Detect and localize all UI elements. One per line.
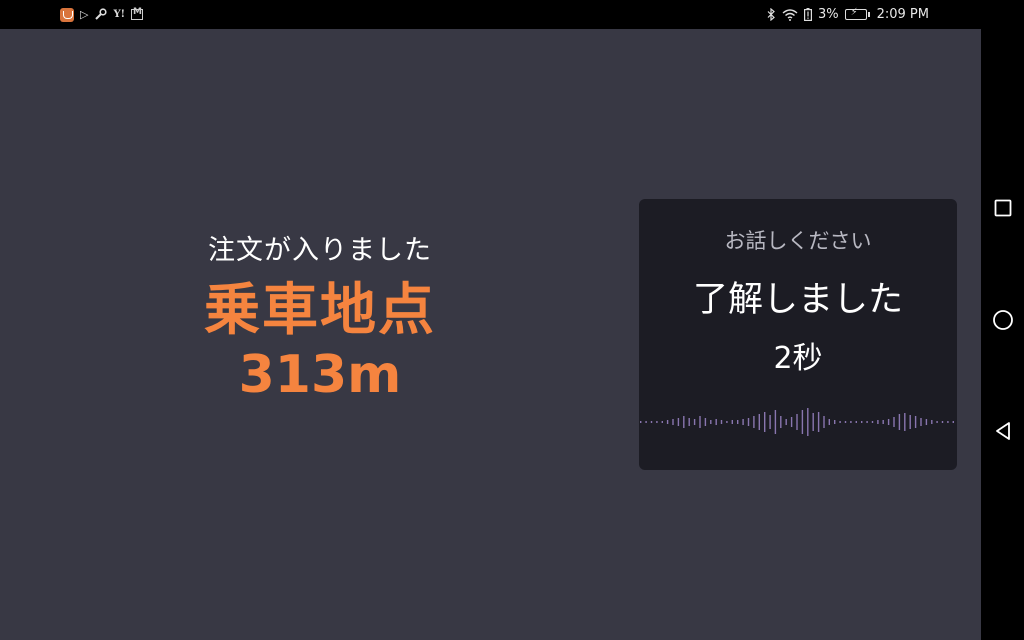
waveform-bar xyxy=(871,421,874,423)
play-store-icon: ▷ xyxy=(80,8,89,21)
waveform-bar xyxy=(640,421,642,423)
waveform-bar xyxy=(747,418,750,426)
back-triangle-icon xyxy=(995,422,1010,440)
waveform-bar xyxy=(661,421,663,423)
waveform-bar xyxy=(887,419,890,425)
square-icon xyxy=(994,199,1011,217)
waveform-bar xyxy=(764,412,766,432)
waveform-bar xyxy=(677,418,680,426)
voice-countdown: 2秒 xyxy=(773,341,823,376)
voice-response: 了解しました xyxy=(692,280,903,320)
waveform-bar xyxy=(758,414,760,430)
waveform-bar xyxy=(952,421,954,423)
navigation-bar xyxy=(981,0,1024,640)
waveform-bar xyxy=(893,417,895,427)
circle-icon xyxy=(992,310,1013,330)
waveform-bar xyxy=(693,419,696,425)
waveform-bar xyxy=(936,421,938,423)
waveform-bar xyxy=(834,420,836,424)
waveform-bar xyxy=(769,415,771,429)
gmail-icon xyxy=(131,7,143,20)
waveform-bar xyxy=(785,419,787,425)
order-message: 注文が入りました xyxy=(208,235,432,266)
waveform-bar xyxy=(855,421,857,423)
waveform-bar xyxy=(742,419,744,425)
waveform-bar xyxy=(807,408,809,436)
waveform-bar xyxy=(844,421,847,423)
waveform-bar xyxy=(672,419,674,425)
app-notification-icon xyxy=(60,7,74,22)
waveform-bar xyxy=(909,415,911,429)
waveform-bar xyxy=(699,416,701,428)
waveform-bar xyxy=(656,421,658,423)
voice-waveform xyxy=(640,408,954,436)
waveform-bar xyxy=(850,421,852,423)
waveform-bar xyxy=(925,419,928,425)
waveform-bar xyxy=(726,421,728,423)
waveform-bar xyxy=(731,420,733,424)
waveform-bar xyxy=(882,420,884,424)
waveform-bar xyxy=(866,421,868,423)
waveform-bar xyxy=(715,419,717,425)
battery-percent: 3% xyxy=(817,7,839,22)
waveform-bar xyxy=(683,416,685,428)
waveform-bar xyxy=(753,416,755,428)
status-bar: ▷ Y! 3% ⚡ 2:09 PM xyxy=(0,0,981,29)
waveform-bar xyxy=(861,421,863,423)
waveform-bar xyxy=(828,419,830,425)
status-left-icons: ▷ Y! xyxy=(60,7,143,23)
waveform-bar xyxy=(710,420,712,424)
wifi-icon xyxy=(782,7,798,23)
waveform-bar xyxy=(645,421,647,423)
home-button[interactable] xyxy=(981,298,1024,342)
waveform-bar xyxy=(877,420,879,424)
waveform-bar xyxy=(817,412,820,432)
yahoo-icon: Y! xyxy=(113,9,125,20)
waveform-bar xyxy=(914,416,917,428)
status-right-icons: 3% ⚡ 2:09 PM xyxy=(767,7,929,23)
waveform-bar xyxy=(790,417,793,427)
back-button[interactable] xyxy=(981,409,1024,453)
waveform-bar xyxy=(920,418,922,426)
battery-alert-icon xyxy=(803,7,812,23)
voice-prompt: お話しください xyxy=(724,229,872,253)
status-time: 2:09 PM xyxy=(876,7,929,22)
waveform-bar xyxy=(801,410,804,434)
pickup-distance: 313m xyxy=(238,345,402,405)
recents-button[interactable] xyxy=(981,186,1024,230)
waveform-bar xyxy=(904,413,906,431)
waveform-bar xyxy=(704,418,707,426)
waveform-bar xyxy=(823,416,825,428)
waveform-bar xyxy=(947,421,949,423)
bluetooth-icon xyxy=(767,7,776,23)
order-info: 注文が入りました 乗車地点 313m xyxy=(120,228,520,404)
waveform-bar xyxy=(650,421,653,423)
waveform-bar xyxy=(774,410,777,434)
waveform-bar xyxy=(812,413,814,431)
voice-input-panel: お話しください 了解しました 2秒 xyxy=(639,199,957,470)
waveform-bar xyxy=(666,420,669,424)
waveform-bar xyxy=(737,420,739,424)
waveform-bar xyxy=(898,414,901,430)
wrench-icon xyxy=(94,7,108,23)
waveform-bar xyxy=(931,420,933,424)
pickup-label: 乗車地点 xyxy=(204,278,436,343)
waveform-bar xyxy=(780,416,782,428)
battery-charging-icon: ⚡ xyxy=(844,7,870,20)
waveform-bar xyxy=(720,420,723,424)
waveform-bar xyxy=(688,418,690,426)
waveform-bar xyxy=(839,421,841,423)
waveform-bar xyxy=(941,421,944,423)
waveform-bar xyxy=(796,414,798,430)
